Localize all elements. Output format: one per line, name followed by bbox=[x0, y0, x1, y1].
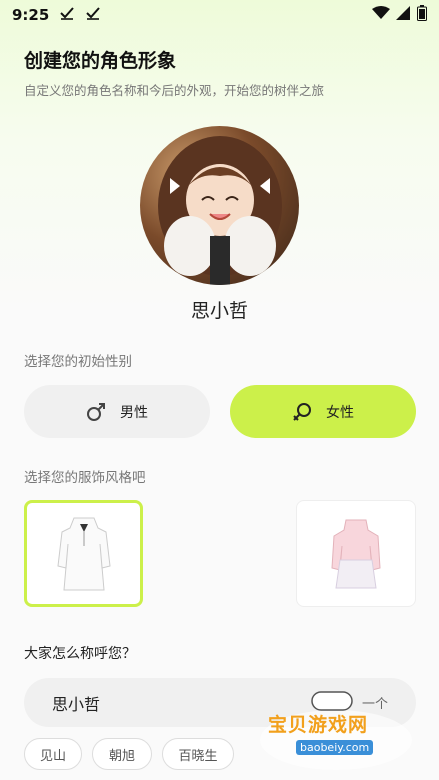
nickname-value: 思小哲 bbox=[52, 694, 101, 714]
nickname-section-label: 大家怎么称呼您？ bbox=[24, 646, 136, 662]
character-name: 思小哲 bbox=[190, 300, 248, 322]
gender-male-label: 男性 bbox=[120, 404, 148, 421]
name-suggestion-chip[interactable]: 百晓生 bbox=[162, 738, 234, 770]
white-dress-image bbox=[56, 517, 111, 590]
watermark-logo: 宝贝游戏网 baobeiy.com bbox=[256, 690, 416, 776]
outfit-option-pink-dress[interactable] bbox=[296, 500, 416, 607]
name-suggestion-label: 见山 bbox=[39, 748, 66, 764]
signal-icon bbox=[396, 6, 411, 24]
name-suggestion-label: 朝旭 bbox=[108, 748, 135, 764]
female-icon bbox=[292, 402, 312, 422]
battery-icon bbox=[417, 5, 427, 25]
status-bar: 9:25 bbox=[0, 0, 439, 30]
pink-dress-image bbox=[331, 519, 381, 588]
outfit-section-label: 选择您的服饰风格吧 bbox=[24, 470, 146, 486]
outfit-option-white-dress[interactable] bbox=[24, 500, 143, 607]
wifi-icon bbox=[372, 6, 390, 24]
status-time: 9:25 bbox=[12, 6, 50, 24]
gender-section-label: 选择您的初始性别 bbox=[24, 354, 132, 370]
name-suggestion-chip[interactable]: 朝旭 bbox=[92, 738, 152, 770]
page-subtitle: 自定义您的角色名称和今后的外观，开始您的树伴之旅 bbox=[24, 83, 325, 98]
gender-male-button[interactable]: 男性 bbox=[24, 385, 210, 438]
watermark-text: 宝贝游戏网 bbox=[268, 714, 369, 736]
name-suggestion-label: 百晓生 bbox=[178, 748, 218, 764]
gender-female-button[interactable]: 女性 bbox=[230, 385, 416, 438]
name-suggestion-chip[interactable]: 见山 bbox=[24, 738, 82, 770]
male-icon bbox=[86, 402, 106, 422]
check-icon bbox=[85, 6, 101, 24]
watermark-url: baobeiy.com bbox=[296, 740, 374, 755]
check-icon bbox=[59, 6, 75, 24]
page-title: 创建您的角色形象 bbox=[24, 50, 177, 72]
gender-female-label: 女性 bbox=[326, 404, 354, 421]
avatar bbox=[140, 126, 299, 285]
